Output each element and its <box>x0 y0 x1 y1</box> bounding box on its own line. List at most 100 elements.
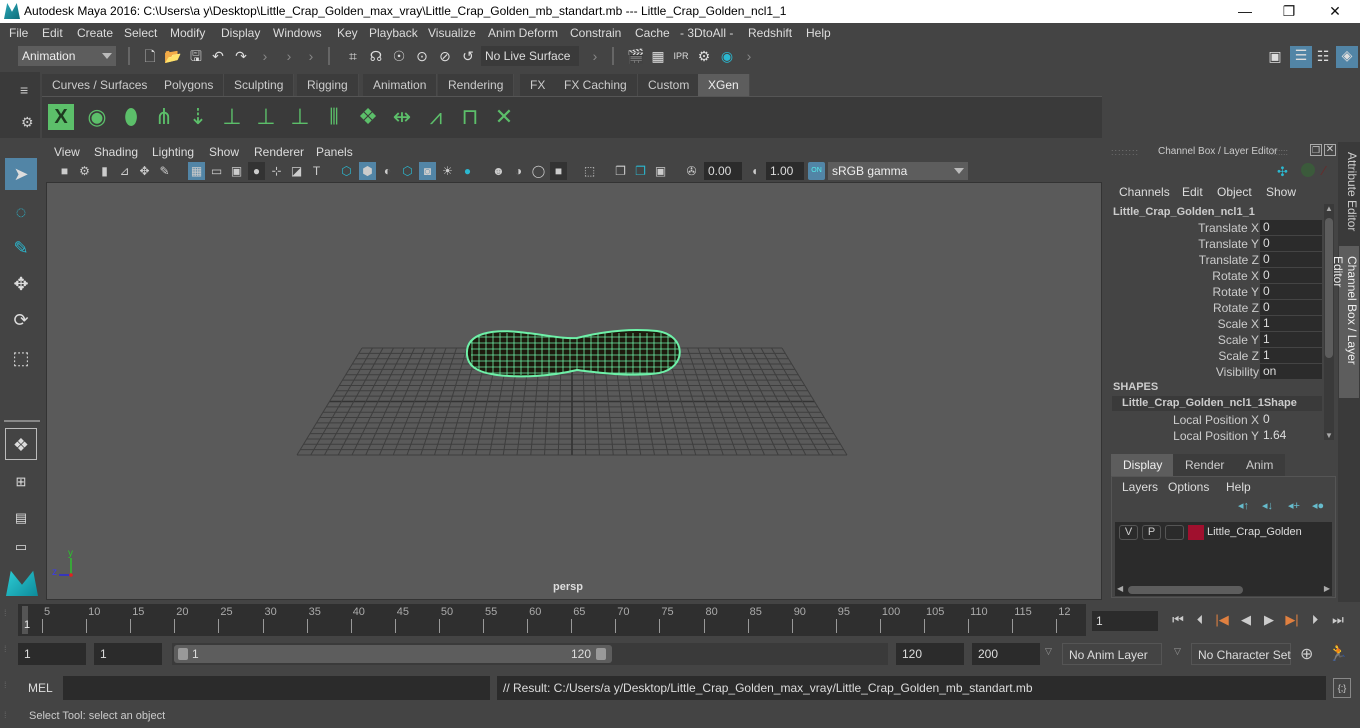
shelf-tab-animation[interactable]: Animation <box>363 74 438 96</box>
playback-end-field[interactable]: 120 <box>896 643 964 665</box>
render-view-icon[interactable]: 🎬 <box>627 47 645 65</box>
range-slider-handle[interactable]: 1 120 <box>174 645 612 663</box>
play-forwards-icon[interactable]: ▶ <box>1259 610 1279 630</box>
ambient-occlusion-icon[interactable]: ■ <box>550 162 567 180</box>
anim-layer-chevron-icon[interactable]: ▽ <box>1045 646 1052 657</box>
hypershade-icon[interactable]: ◉ <box>718 47 736 65</box>
hyper-icon[interactable]: ⁄ <box>1323 163 1325 178</box>
menu-playback[interactable]: Playback <box>369 26 418 40</box>
menu-help[interactable]: Help <box>806 26 831 40</box>
image-plane-icon[interactable]: ⊿ <box>116 162 133 180</box>
shape-name[interactable]: Little_Crap_Golden_ncl1_1Shape <box>1112 396 1322 411</box>
collapse-arrow-icon[interactable]: › <box>280 47 298 65</box>
drag-handle[interactable]: :::::::: <box>1268 147 1288 157</box>
shelf-tab-rendering[interactable]: Rendering <box>438 74 515 96</box>
motion-blur-icon[interactable]: ❐ <box>632 162 649 180</box>
channel-value[interactable]: 1 <box>1260 332 1322 347</box>
range-slider-track[interactable]: 1 120 <box>172 643 888 665</box>
xgen-clear-preview-icon[interactable]: ⬮ <box>116 102 146 132</box>
xray-joints-icon[interactable]: ◑ <box>510 162 527 180</box>
channel-label[interactable]: Local Position X <box>1173 413 1259 427</box>
viewport-menu-view[interactable]: View <box>54 145 80 159</box>
lock-guide-icon[interactable]: ⊥ <box>285 102 315 132</box>
snap-projected-icon[interactable]: ↺ <box>459 47 477 65</box>
channel-box-toggle-icon[interactable]: ◈ <box>1336 46 1358 68</box>
current-frame-field[interactable]: 1 <box>1092 611 1158 631</box>
render-settings-icon[interactable]: ⚙ <box>695 47 713 65</box>
move-layer-up-icon[interactable]: ◂↑ <box>1238 499 1249 512</box>
scale-tool-icon[interactable]: ⬚ <box>5 342 37 374</box>
channel-label[interactable]: Scale Z <box>1218 349 1259 363</box>
gamma-field[interactable]: 1.00 <box>766 162 804 180</box>
shelf-tab-fx-caching[interactable]: FX Caching <box>554 74 638 96</box>
cb-menu-edit[interactable]: Edit <box>1182 185 1203 199</box>
move-tool-icon[interactable]: ✥ <box>5 268 37 300</box>
menuset-dropdown[interactable]: Animation <box>18 46 116 66</box>
shelf-tab-polygons[interactable]: Polygons <box>154 74 225 96</box>
use-all-lights-icon[interactable]: ☀ <box>439 162 456 180</box>
viewport-menu-show[interactable]: Show <box>209 145 239 159</box>
channel-value[interactable]: 0 <box>1260 236 1322 251</box>
make-live-icon[interactable]: ⊘ <box>436 47 454 65</box>
channel-row[interactable]: Scale X1 <box>1105 316 1325 332</box>
layer-menu-help[interactable]: Help <box>1226 480 1251 494</box>
cb-menu-object[interactable]: Object <box>1217 185 1252 199</box>
range-start-grip[interactable] <box>178 648 188 660</box>
scroll-left-icon[interactable]: ◀ <box>1117 584 1123 593</box>
menu-edit[interactable]: Edit <box>42 26 63 40</box>
channel-label[interactable]: Scale Y <box>1218 333 1259 347</box>
channel-row[interactable]: Scale Y1 <box>1105 332 1325 348</box>
step-back-key-icon[interactable]: |◀ <box>1212 610 1232 630</box>
channel-row[interactable]: Visibility on <box>1105 364 1325 380</box>
resolution-gate-icon[interactable]: ▣ <box>228 162 245 180</box>
manipulator-icon[interactable]: ✣ <box>1277 164 1288 180</box>
show-guide-icon[interactable]: ⊥ <box>251 102 281 132</box>
flip-guides-icon[interactable]: ⇹ <box>387 102 417 132</box>
redo-icon[interactable]: ↷ <box>232 47 250 65</box>
animation-end-field[interactable]: 200 <box>972 643 1040 665</box>
menu-key[interactable]: Key <box>337 26 358 40</box>
attribute-editor-toggle-icon[interactable]: ☰ <box>1290 46 1312 68</box>
channel-row[interactable]: Translate Y0 <box>1105 236 1325 252</box>
shelf-tab-sculpting[interactable]: Sculpting <box>224 74 295 96</box>
view-transform-dropdown[interactable]: sRGB gamma <box>828 162 968 180</box>
menu-windows[interactable]: Windows <box>273 26 322 40</box>
channel-box-scrollbar[interactable]: ▲ ▼ <box>1324 204 1334 440</box>
scroll-right-icon[interactable]: ▶ <box>1324 584 1330 593</box>
viewport-menu-renderer[interactable]: Renderer <box>254 145 304 159</box>
grid-toggle-icon[interactable]: ▦ <box>188 162 205 180</box>
textured-icon[interactable]: ◙ <box>419 162 436 180</box>
shelf-tab-fx[interactable]: FX <box>520 74 557 96</box>
grease-pencil-icon[interactable]: ✎ <box>156 162 173 180</box>
go-to-end-icon[interactable]: ⏭ <box>1328 610 1348 630</box>
perspective-viewport[interactable]: y z persp <box>46 182 1102 600</box>
paint-select-tool-icon[interactable]: ✎ <box>5 232 37 264</box>
channel-value[interactable]: 0 <box>1260 220 1322 235</box>
channel-row[interactable]: Rotate Y0 <box>1105 284 1325 300</box>
layer-visibility-toggle[interactable]: V <box>1119 525 1138 540</box>
channel-value[interactable]: 0 <box>1260 300 1322 315</box>
layer-display-type-toggle[interactable] <box>1165 525 1184 540</box>
open-scene-icon[interactable]: 📂 <box>164 47 182 65</box>
drag-handle[interactable]: ⁞ <box>4 680 7 690</box>
channel-row[interactable]: Rotate Z0 <box>1105 300 1325 316</box>
channel-value[interactable]: 1.64 <box>1260 428 1322 443</box>
select-tool-icon[interactable]: ➤ <box>5 158 37 190</box>
channel-label[interactable]: Translate X <box>1198 221 1259 235</box>
channel-row[interactable]: Rotate X0 <box>1105 268 1325 284</box>
depth-of-field-icon[interactable]: ▣ <box>652 162 669 180</box>
menu-3dtoall[interactable]: - 3DtoAll - <box>680 26 733 40</box>
new-layer-icon[interactable]: ◂+ <box>1288 499 1300 512</box>
tool-settings-icon[interactable]: ☷ <box>1314 47 1332 65</box>
minimize-button[interactable]: — <box>1222 0 1268 23</box>
guide-split-icon[interactable]: ⫴ <box>319 102 349 132</box>
undo-icon[interactable]: ↶ <box>209 47 227 65</box>
shelf-tab-custom[interactable]: Custom <box>638 74 701 96</box>
move-layer-down-icon[interactable]: ◂↓ <box>1262 499 1273 512</box>
xray-icon[interactable]: ☻ <box>490 162 507 180</box>
wireframe-icon[interactable]: ⬡ <box>338 162 355 180</box>
add-guide-icon[interactable]: ⊥ <box>217 102 247 132</box>
go-to-start-icon[interactable]: ⏮ <box>1168 610 1188 630</box>
gamma-icon[interactable]: ◖ <box>746 162 763 180</box>
viewport-menu-lighting[interactable]: Lighting <box>152 145 194 159</box>
